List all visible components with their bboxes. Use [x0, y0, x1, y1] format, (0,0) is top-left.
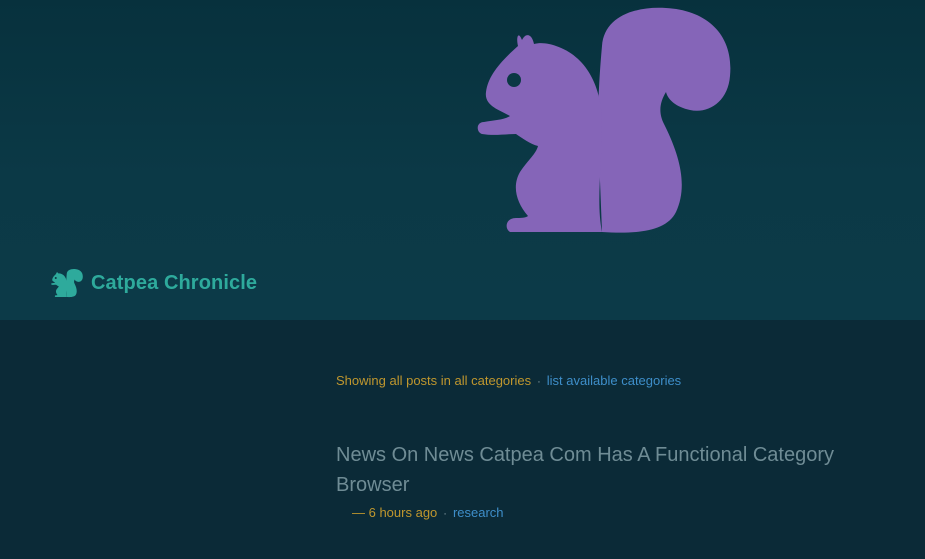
post-meta-separator: · — [443, 508, 447, 520]
site-title: Catpea Chronicle — [91, 271, 258, 294]
squirrel-icon — [51, 268, 83, 298]
category-filter-status: Showing all posts in all categories · list… — [336, 373, 681, 388]
post-category-link[interactable]: research — [453, 505, 504, 520]
post-age: — 6 hours ago — [352, 505, 438, 520]
filter-separator: · — [537, 376, 541, 388]
site-header: Catpea Chronicle — [0, 0, 925, 320]
hero-squirrel-icon — [477, 7, 731, 233]
list-categories-link[interactable]: list available categories — [547, 373, 681, 388]
post-title-link[interactable]: News On News Catpea Com Has A Functional… — [336, 440, 876, 500]
filter-status-text: Showing all posts in all categories — [336, 373, 532, 388]
post-meta: — 6 hours ago · research — [352, 505, 504, 520]
site-brand-link[interactable]: Catpea Chronicle — [51, 268, 257, 298]
